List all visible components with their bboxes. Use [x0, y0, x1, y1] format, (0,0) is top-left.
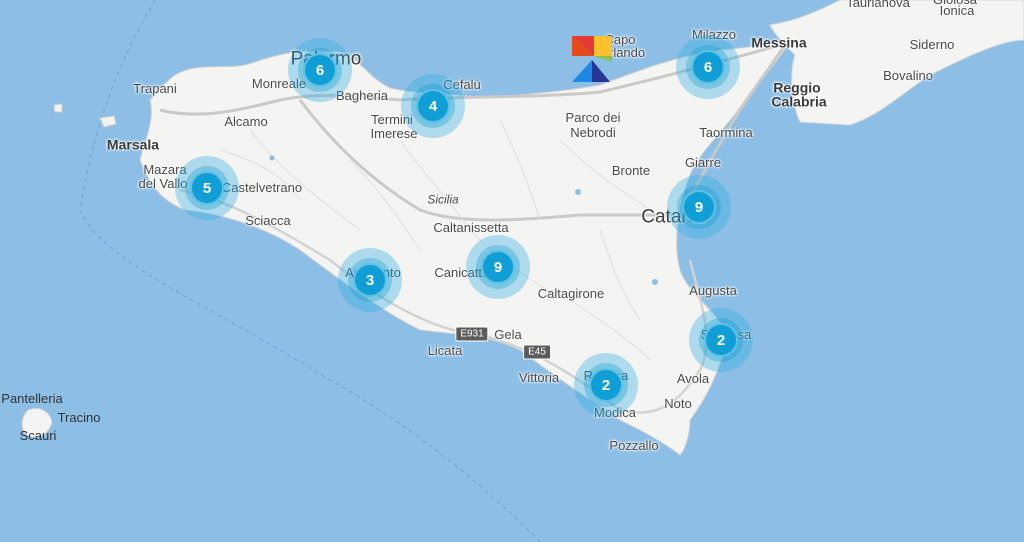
marettimo-island [53, 103, 63, 113]
place-label: Vittoria [518, 369, 560, 385]
cluster-count: 6 [691, 50, 725, 84]
place-label: Nebrodi [570, 124, 616, 140]
cluster-count: 5 [190, 171, 224, 205]
cluster-count: 9 [481, 250, 515, 284]
place-label: Caltanissetta [433, 219, 509, 235]
cluster-count: 2 [589, 368, 623, 402]
place-label: Trapani [133, 80, 177, 96]
road-shield: E45 [523, 344, 551, 360]
lake-ancipa [575, 189, 581, 195]
cluster-marker[interactable]: 6 [288, 38, 352, 102]
place-label: Taormina [699, 124, 753, 140]
place-label: Gela [494, 326, 522, 342]
cluster-marker[interactable]: 2 [574, 353, 638, 417]
place-label: Sciacca [245, 212, 291, 228]
lake-trinita [269, 155, 275, 161]
place-label: Tracino [57, 409, 101, 425]
cluster-marker[interactable]: 6 [676, 35, 740, 99]
cluster-marker[interactable]: 9 [667, 175, 731, 239]
place-label: Augusta [689, 282, 737, 298]
place-label: Bronte [611, 162, 651, 178]
place-label: Pantelleria [1, 390, 63, 406]
cluster-count: 4 [416, 89, 450, 123]
place-label: Licata [427, 342, 463, 358]
place-label: Marsala [106, 136, 160, 153]
place-label: Parco dei [565, 109, 621, 125]
place-label: Calabria [771, 93, 827, 110]
place-label: Avola [676, 370, 710, 386]
place-label: Scauri [19, 427, 57, 443]
place-label: Noto [664, 395, 692, 411]
cluster-marker[interactable]: 9 [466, 235, 530, 299]
place-label: Caltagirone [537, 285, 605, 301]
cluster-marker[interactable]: 2 [689, 308, 753, 372]
place-label: Siderno [909, 36, 955, 52]
place-label: Alcamo [224, 113, 268, 129]
place-label: Ionica [939, 2, 975, 18]
place-label: Taurianova [846, 0, 910, 10]
place-label: Sicilia [427, 192, 459, 207]
cluster-count: 6 [303, 53, 337, 87]
place-label: Bovalino [883, 67, 933, 83]
place-label: Giarre [684, 154, 722, 170]
cluster-marker[interactable]: 4 [401, 74, 465, 138]
cluster-count: 3 [353, 263, 387, 297]
cluster-marker[interactable]: 3 [338, 248, 402, 312]
pinwheel-logo-icon[interactable] [570, 34, 614, 84]
cluster-marker[interactable]: 5 [175, 156, 239, 220]
place-label: Pozzallo [609, 437, 659, 453]
cluster-count: 2 [704, 323, 738, 357]
cluster-count: 9 [682, 190, 716, 224]
place-label: Messina [751, 34, 807, 51]
lake-lentini [652, 279, 658, 285]
road-shield: E931 [455, 326, 489, 342]
map-canvas[interactable]: PalermoMonrealeBagheriaTrapaniAlcamoMars… [0, 0, 1024, 542]
